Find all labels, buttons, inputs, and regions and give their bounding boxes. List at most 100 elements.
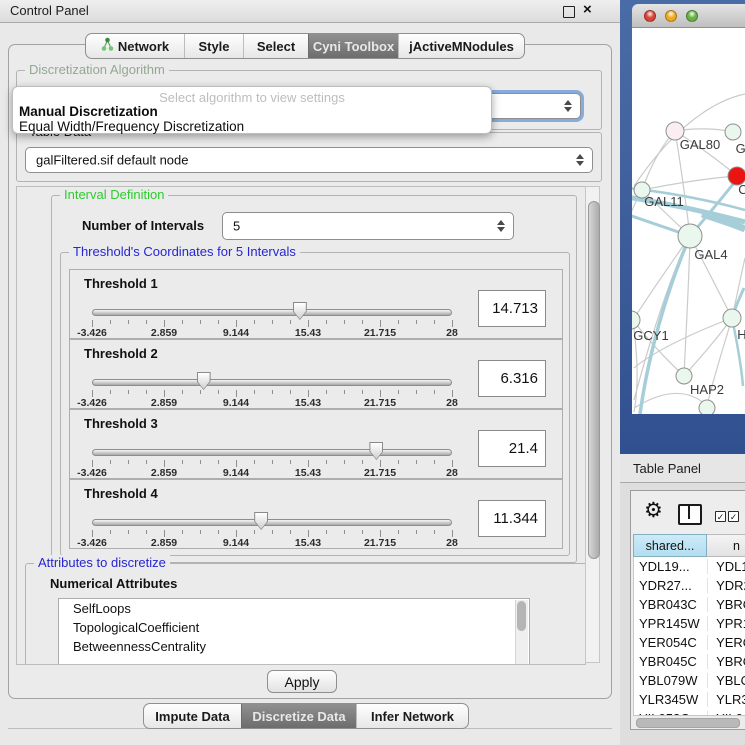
tab-network[interactable]: Network (86, 34, 184, 58)
threshold-panel: Threshold 1-3.4262.8599.14415.4321.71528… (69, 269, 563, 339)
zoom-window-icon[interactable] (686, 10, 698, 22)
settings-scrollbar[interactable] (585, 186, 600, 663)
slider-thumb[interactable] (254, 512, 268, 530)
network-node[interactable] (699, 400, 715, 414)
algorithm-dropdown-popup: Select algorithm to view settings Manual… (12, 86, 492, 134)
close-panel-icon[interactable]: × (583, 1, 592, 18)
column-checkbox-icon[interactable]: ✓ (728, 511, 739, 522)
network-canvas[interactable]: GAL80GACGAL11GAL4GCY1HHAP2 (632, 28, 745, 414)
split-view-icon[interactable] (678, 504, 702, 525)
table-column-header[interactable]: shared... (633, 534, 707, 557)
threshold-value-field[interactable]: 6.316 (478, 360, 546, 397)
cell: YDL1 (707, 559, 745, 574)
apply-button[interactable]: Apply (267, 670, 337, 693)
threshold-label: Threshold 3 (84, 416, 158, 431)
numerical-attributes-list[interactable]: SelfLoopsTopologicalCoefficientBetweenne… (58, 598, 530, 665)
node-table: shared... n YDL19...YDL1YDR27...YDR2YBR0… (633, 534, 745, 728)
tab-jactivemnodules[interactable]: jActiveMNodules (398, 34, 524, 58)
table-panel-content: ⚙ ✓ ✓ shared... n YDL19...YDL1YDR27...YD… (630, 490, 745, 730)
threshold-panel: Threshold 3 -3.4262.8599.14415.4321.71528… (69, 409, 563, 479)
table-data-group: Table Data galFiltered.sif default node (16, 132, 602, 182)
threshold-value-field[interactable]: 21.4 (478, 430, 546, 467)
network-node-label: H (737, 327, 745, 342)
table-panel-title: Table Panel (633, 461, 701, 476)
tab-discretize-data[interactable]: Discretize Data (241, 704, 356, 728)
table-column-header[interactable]: n (707, 534, 745, 557)
cell: YERO (707, 635, 745, 650)
network-node[interactable] (678, 224, 702, 248)
list-item[interactable]: SelfLoops (59, 599, 529, 618)
tab-cyni-toolbox[interactable]: Cyni Toolbox (308, 34, 398, 58)
attributes-list-scrollbar[interactable] (515, 600, 528, 665)
network-node-label: GAL4 (694, 247, 727, 262)
table-header-row: shared... n (633, 534, 745, 557)
tab-infer-network[interactable]: Infer Network (356, 704, 468, 728)
slider-scale-labels: -3.4262.8599.14415.4321.71528 (92, 467, 453, 479)
bottom-tab-bar: Impute DataDiscretize DataInfer Network (143, 703, 469, 729)
slider-track[interactable] (92, 309, 452, 316)
table-row[interactable]: YBR043CYBRO (634, 595, 745, 614)
cell: YLR345W (634, 692, 707, 707)
list-item[interactable]: TopologicalCoefficient (59, 618, 529, 637)
discretization-algorithm-group-title: Discretization Algorithm (25, 62, 169, 77)
cell: YBR043C (634, 597, 707, 612)
algorithm-option[interactable]: Manual Discretization (19, 104, 158, 119)
interval-definition-title: Interval Definition (60, 187, 168, 202)
table-row[interactable]: YBL079WYBLO (634, 671, 745, 690)
close-window-icon[interactable] (644, 10, 656, 22)
network-node[interactable] (725, 124, 741, 140)
table-row[interactable]: YER054CYERO (634, 633, 745, 652)
table-row[interactable]: YPR145WYPR1 (634, 614, 745, 633)
number-of-intervals-value: 5 (233, 219, 240, 234)
slider-thumb[interactable] (293, 302, 307, 320)
combo-arrows-icon (576, 154, 584, 166)
table-data-combobox[interactable]: galFiltered.sif default node (25, 147, 593, 173)
float-panel-icon[interactable] (563, 6, 575, 18)
table-hscrollbar-thumb[interactable] (636, 718, 740, 728)
slider-thumb[interactable] (197, 372, 211, 390)
table-row[interactable]: YLR345WYLR3 (634, 690, 745, 709)
cell: YBRO (707, 654, 745, 669)
network-node-label: HAP2 (690, 382, 724, 397)
table-panel-body: ⚙ ✓ ✓ shared... n YDL19...YDL1YDR27...YD… (620, 483, 745, 745)
network-node[interactable] (723, 309, 741, 327)
cell: YBLO (707, 673, 745, 688)
network-node-label: GAL80 (680, 137, 720, 152)
cell: YDR2 (707, 578, 745, 593)
thresholds-group: Threshold's Coordinates for 5 Intervals … (60, 252, 570, 556)
slider-track[interactable] (92, 519, 452, 526)
threshold-label: Threshold 4 (84, 486, 158, 501)
interval-definition-group: Interval Definition Number of Intervals … (51, 195, 577, 563)
list-item[interactable]: BetweennessCentrality (59, 637, 529, 656)
spinner-arrows-icon (497, 220, 505, 232)
tab-select[interactable]: Select (243, 34, 308, 58)
table-horizontal-scrollbar[interactable] (633, 715, 745, 728)
table-panel-titlebar: Table Panel (620, 454, 745, 483)
network-tab-icon (101, 37, 114, 55)
settings-scrollbar-thumb[interactable] (588, 201, 600, 559)
slider-scale-labels: -3.4262.8599.14415.4321.71528 (92, 397, 453, 409)
number-of-intervals-spinner[interactable]: 5 (222, 212, 514, 240)
slider-track[interactable] (92, 449, 452, 456)
column-checkbox-icon[interactable]: ✓ (715, 511, 726, 522)
tab-impute-data[interactable]: Impute Data (144, 704, 241, 728)
network-node[interactable] (632, 311, 640, 329)
threshold-value-field[interactable]: 11.344 (478, 500, 546, 537)
cell: YBR045C (634, 654, 707, 669)
algorithm-option[interactable]: Equal Width/Frequency Discretization (19, 119, 244, 134)
table-data-combobox-value: galFiltered.sif default node (36, 153, 188, 168)
table-row[interactable]: YDL19...YDL1 (634, 557, 745, 576)
cell: YBL079W (634, 673, 707, 688)
tab-style[interactable]: Style (184, 34, 243, 58)
table-row[interactable]: YBR045CYBRO (634, 652, 745, 671)
table-settings-gear-icon[interactable]: ⚙ (644, 501, 663, 521)
control-panel-titlebar: Control Panel × (0, 0, 620, 23)
minimize-window-icon[interactable] (665, 10, 677, 22)
slider-thumb[interactable] (369, 442, 383, 460)
threshold-value-field[interactable]: 14.713 (478, 290, 546, 327)
slider-track[interactable] (92, 379, 452, 386)
slider-ticks (92, 390, 453, 397)
app-root: Control Panel × NetworkStyleSelectCyni T… (0, 0, 745, 745)
table-row[interactable]: YDR27...YDR2 (634, 576, 745, 595)
control-panel: Control Panel × NetworkStyleSelectCyni T… (0, 0, 620, 745)
